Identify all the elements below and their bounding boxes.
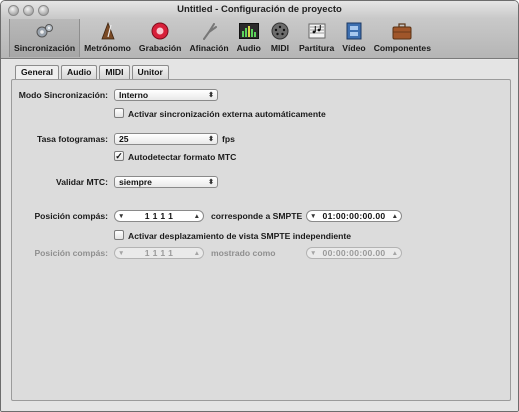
posicion-compas-stepper[interactable]: ▼ 1 1 1 1 ▲ [114, 210, 204, 222]
increment-arrow-icon[interactable]: ▲ [194, 211, 200, 222]
window-title: Untitled - Configuración de proyecto [177, 4, 342, 15]
tab-general[interactable]: General [15, 65, 60, 79]
validar-mtc-label: Validar MTC: [55, 177, 108, 187]
modo-sync-popup[interactable]: Interno ⬍ [114, 89, 218, 101]
increment-arrow-icon: ▲ [391, 250, 398, 257]
toolbar-label: Afinación [189, 43, 229, 53]
titlebar: Untitled - Configuración de proyecto Sin… [1, 1, 518, 59]
posicion-compas-mostrado-value: 1 1 1 1 [144, 248, 174, 258]
toolbar-label: Grabación [138, 43, 182, 53]
toolbar-item-sincronizacion[interactable]: Sincronización [9, 19, 81, 57]
tasa-fotogramas-label: Tasa fotogramas: [37, 134, 108, 144]
score-icon [306, 21, 328, 41]
autodetectar-mtc-label: Autodetectar formato MTC [128, 152, 237, 162]
toolbar-item-partitura[interactable]: Partitura [295, 19, 338, 57]
tab-midi[interactable]: MIDI [99, 65, 130, 79]
tasa-fotogramas-value: 25 [119, 134, 129, 144]
tuning-fork-icon [198, 21, 220, 41]
toolbar-item-afinacion[interactable]: Afinación [185, 19, 232, 57]
validar-mtc-value: siempre [119, 177, 152, 187]
midi-port-icon [269, 21, 291, 41]
sync-externa-checkbox[interactable] [114, 108, 124, 118]
settings-content: General Audio MIDI Unitor Modo Sincroniz… [1, 60, 518, 411]
posicion-compas-value: 1 1 1 1 [144, 211, 174, 221]
tab-audio[interactable]: Audio [61, 65, 98, 79]
toolbar-item-componentes[interactable]: Componentes [370, 19, 435, 57]
toolbar-label: Componentes [373, 43, 431, 53]
autodetectar-mtc-checkbox[interactable]: ✓ [114, 151, 124, 161]
toolbar-label: Sincronización [14, 43, 76, 53]
toolbar-item-grabacion[interactable]: Grabación [135, 19, 186, 57]
desplazamiento-smpte-checkbox[interactable] [114, 230, 124, 240]
popup-arrows-icon: ⬍ [208, 136, 214, 143]
posicion-compas-mostrado-stepper: ▼ 1 1 1 1 ▲ [114, 247, 204, 259]
toolbar-label: Metrónomo [84, 43, 131, 53]
smpte-stepper[interactable]: ▼ 01:00:00:00.00 ▲ [306, 210, 402, 222]
toolbar-label: MIDI [270, 43, 289, 53]
toolbar-label: Audio [236, 43, 261, 53]
desplazamiento-smpte-label: Activar desplazamiento de vista SMPTE in… [128, 231, 352, 241]
tasa-fotogramas-popup[interactable]: 25 ⬍ [114, 133, 218, 145]
toolbar-label: Partitura [298, 43, 335, 53]
increment-arrow-icon: ▲ [193, 250, 200, 257]
film-icon [343, 21, 365, 41]
toolbar-item-audio[interactable]: Audio [233, 19, 265, 57]
fps-unit: fps [222, 134, 235, 144]
popup-arrows-icon: ⬍ [208, 179, 214, 186]
toolbar-label: Vídeo [342, 43, 366, 53]
tab-bar: General Audio MIDI Unitor [15, 65, 171, 79]
toolbar-item-metronomo[interactable]: Metrónomo [80, 19, 135, 57]
record-icon [149, 21, 171, 41]
modo-sync-value: Interno [119, 90, 149, 100]
modo-sync-label: Modo Sincronización: [18, 90, 108, 100]
metronome-icon [97, 21, 119, 41]
briefcase-icon [391, 21, 413, 41]
posicion-compas-label: Posición compás: [34, 211, 108, 221]
increment-arrow-icon[interactable]: ▲ [392, 211, 398, 222]
tab-unitor[interactable]: Unitor [131, 65, 169, 79]
gears-icon [34, 21, 56, 41]
corresponde-smpte-label: corresponde a SMPTE [211, 211, 303, 221]
sync-externa-label: Activar sincronización externa automátic… [128, 109, 326, 119]
smpte-mostrado-stepper: ▼ 00:00:00:00.00 ▲ [306, 247, 402, 259]
general-panel: Modo Sincronización: Interno ⬍ Activar s… [11, 79, 511, 401]
smpte-mostrado-value: 00:00:00:00.00 [322, 248, 386, 258]
smpte-value: 01:00:00:00.00 [322, 211, 386, 221]
mostrado-como-label: mostrado como [211, 248, 276, 258]
validar-mtc-popup[interactable]: siempre ⬍ [114, 176, 218, 188]
posicion-compas-mostrado-label: Posición compás: [34, 248, 108, 258]
popup-arrows-icon: ⬍ [208, 92, 214, 99]
project-settings-window: Untitled - Configuración de proyecto Sin… [0, 0, 519, 412]
toolbar-item-midi[interactable]: MIDI [265, 19, 295, 57]
toolbar-item-video[interactable]: Vídeo [338, 19, 369, 57]
toolbar: Sincronización Metrónomo Grabación Afina… [9, 19, 435, 57]
audio-meter-icon [238, 21, 260, 41]
